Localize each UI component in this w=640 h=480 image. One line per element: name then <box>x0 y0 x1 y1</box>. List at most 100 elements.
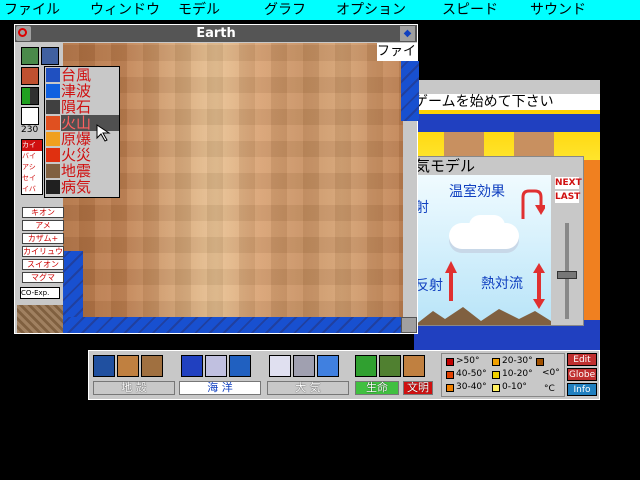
menu-model[interactable]: モデル <box>178 1 220 19</box>
volcano-tool-icon[interactable] <box>21 67 39 85</box>
next-button[interactable]: NEXT <box>555 177 582 189</box>
category-atmosphere[interactable]: 大 気 <box>267 381 349 395</box>
greenhouse-label: 温室効果 <box>449 184 505 200</box>
menu-graph[interactable]: グラフ <box>264 1 306 19</box>
ocean-current-icon[interactable] <box>181 355 203 377</box>
info-button[interactable]: Info <box>567 383 597 396</box>
menu-item-meteor[interactable]: 隕石 <box>61 99 119 115</box>
atmosphere-diagram: 温室効果 射 反射 熱対流 <box>415 175 551 325</box>
category-civilization[interactable]: 文明 <box>403 381 433 395</box>
menu-item-earthquake[interactable]: 地震 <box>61 163 119 179</box>
bottom-panel: 地 殻 海 洋 大 気 生命 文明 >50° 40-50° 30-40° 20-… <box>88 350 600 400</box>
magma-button[interactable]: マグマ <box>22 272 64 283</box>
curved-arrow-icon <box>521 189 545 219</box>
resize-icon[interactable] <box>401 317 417 333</box>
game-window-titlebar[interactable] <box>414 80 600 95</box>
menu-window[interactable]: ウィンドウ <box>90 1 160 19</box>
cloud-icon[interactable] <box>317 355 339 377</box>
legend-swatch <box>536 358 544 366</box>
cursor-icon <box>96 124 111 142</box>
earth-window-title[interactable]: Earth <box>15 25 417 42</box>
menu-item-disease[interactable]: 病気 <box>61 179 119 195</box>
category-ocean[interactable]: 海 洋 <box>179 381 261 395</box>
volcano-icon <box>46 116 60 130</box>
wind-button[interactable]: カザム+ <box>22 233 64 244</box>
thermometer-icon[interactable] <box>205 355 227 377</box>
wind-icon[interactable] <box>293 355 315 377</box>
atmosphere-model-window: 気モデル 温室効果 射 反射 熱対流 NEXT LAST <box>414 156 584 326</box>
file-tab[interactable]: ファイ <box>377 43 417 61</box>
menu-item-fire[interactable]: 火災 <box>61 147 119 163</box>
mountains-icon <box>415 307 551 325</box>
blank-tool-icon[interactable] <box>21 107 39 125</box>
slider-knob[interactable] <box>557 271 577 279</box>
plant-icon[interactable] <box>355 355 377 377</box>
continent-icon[interactable] <box>141 355 163 377</box>
earthquake-icon <box>46 164 60 178</box>
reflect-label: 反射 <box>415 278 443 294</box>
legend-swatch <box>446 371 454 379</box>
menu-speed[interactable]: スピード <box>442 1 498 19</box>
legend-unit: °C <box>544 384 555 394</box>
close-icon[interactable] <box>16 26 31 41</box>
legend-swatch <box>492 371 500 379</box>
legend-label: 0-10° <box>502 382 527 392</box>
meteor-icon <box>46 100 60 114</box>
edit-button[interactable]: Edit <box>567 353 597 366</box>
menu-bar: ファイル ウィンドウ モデル グラフ オプション スピード サウンド <box>0 0 640 20</box>
map-tool-icon[interactable] <box>41 47 59 65</box>
up-arrow-icon <box>445 261 457 301</box>
rain-button[interactable]: アメ <box>22 220 64 231</box>
globe-button[interactable]: Globe <box>567 368 597 381</box>
tool-item[interactable]: セイ <box>22 173 42 184</box>
ocean-icon[interactable] <box>229 355 251 377</box>
menu-option[interactable]: オプション <box>336 1 406 19</box>
legend-swatch <box>446 384 454 392</box>
temperature-button[interactable]: キオン <box>22 207 64 218</box>
water-temp-button[interactable]: スイオン <box>22 259 64 270</box>
category-life[interactable]: 生命 <box>355 381 399 395</box>
civilization-icon[interactable] <box>403 355 425 377</box>
globe-icon[interactable] <box>93 355 115 377</box>
typhoon-icon <box>46 68 60 82</box>
temperature-legend: >50° 40-50° 30-40° 20-30° 10-20° 0-10° <… <box>441 353 565 397</box>
tool-item[interactable]: バイ <box>22 151 42 162</box>
animal-icon[interactable] <box>379 355 401 377</box>
legend-label: 20-30° <box>502 356 533 366</box>
last-button[interactable]: LAST <box>555 191 580 203</box>
legend-label: <0° <box>542 368 560 378</box>
ocean-current-button[interactable]: カイリュウ <box>22 246 64 257</box>
landscape-tool-icon[interactable] <box>21 47 39 65</box>
tool-item[interactable]: アシ <box>22 162 42 173</box>
legend-swatch <box>446 358 454 366</box>
mode-label: CO-Exp. <box>20 287 60 299</box>
skull-icon <box>46 180 60 194</box>
menu-file[interactable]: ファイル <box>4 1 60 19</box>
grid-tool-icon[interactable] <box>21 87 39 105</box>
counter: 230 <box>21 125 39 135</box>
legend-label: 30-40° <box>456 382 487 392</box>
sea-area <box>401 61 419 121</box>
sea-area <box>63 317 403 333</box>
atmosphere-side-panel: NEXT LAST <box>551 175 583 325</box>
legend-label: 10-20° <box>502 369 533 379</box>
tool-item[interactable]: イバ <box>22 184 42 195</box>
fire-icon <box>46 148 60 162</box>
convection-label: 熱対流 <box>481 276 523 292</box>
tool-item[interactable]: カイ <box>22 140 42 151</box>
menu-sound[interactable]: サウンド <box>530 1 586 19</box>
sea-strip <box>414 114 600 132</box>
legend-label: >50° <box>456 356 480 366</box>
menu-item-tsunami[interactable]: 津波 <box>61 83 119 99</box>
category-crust[interactable]: 地 殻 <box>93 381 175 395</box>
tool-list: カイ バイ アシ セイ イバ <box>21 139 43 195</box>
air-temp-icon[interactable] <box>269 355 291 377</box>
crust-icon[interactable] <box>117 355 139 377</box>
atmosphere-model-title[interactable]: 気モデル <box>415 157 583 175</box>
menu-item-typhoon[interactable]: 台風 <box>61 67 119 83</box>
legend-swatch <box>492 358 500 366</box>
cloud-icon <box>469 215 505 237</box>
game-message: ゲームを始めて下さい <box>414 94 600 110</box>
zoom-icon[interactable]: ◆ <box>400 26 415 41</box>
preview-pattern <box>17 305 63 333</box>
